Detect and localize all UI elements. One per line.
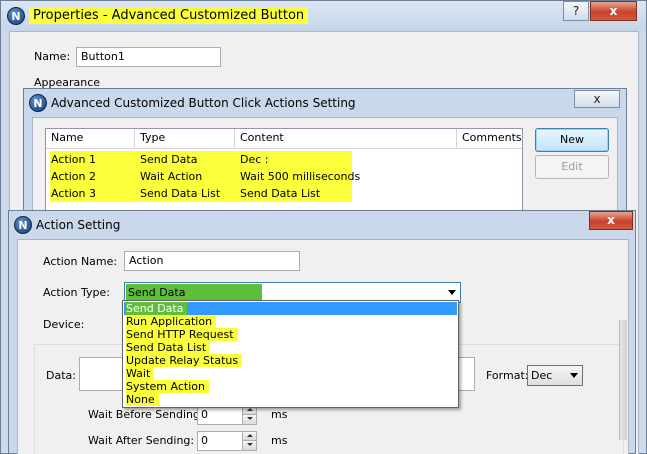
scrollbar[interactable] [619, 320, 627, 440]
wait-before-value: 0 [201, 408, 208, 421]
chevron-down-icon [448, 290, 456, 295]
new-button[interactable]: New [535, 128, 609, 152]
wait-after-label: Wait After Sending: [88, 434, 195, 447]
table-row[interactable]: Action 2 Wait Action Wait 500 millisecon… [46, 168, 522, 185]
row-type-cell: Send Data [140, 153, 198, 166]
device-label: Device: [43, 318, 85, 331]
spin-down-icon[interactable] [242, 441, 256, 450]
app-logo-icon: N [7, 7, 25, 25]
row-name-cell: Action 3 [51, 187, 96, 200]
help-button[interactable]: ? [563, 1, 589, 21]
row-content-cell: Wait 500 milliseconds [240, 170, 361, 183]
col-type-header[interactable]: Type [140, 129, 165, 147]
format-select[interactable]: Dec [527, 365, 583, 386]
wait-before-label: Wait Before Sending: [88, 408, 204, 421]
row-content-cell: Dec : [240, 153, 269, 166]
properties-title: Properties - Advanced Customized Button [29, 7, 309, 24]
row-type-cell: Send Data List [140, 187, 221, 200]
action-name-label: Action Name: [43, 255, 118, 268]
option-system-action[interactable]: System Action [124, 380, 457, 393]
option-send-data-list[interactable]: Send Data List [124, 341, 457, 354]
click-actions-title: Advanced Customized Button Click Actions… [51, 96, 356, 110]
action-setting-titlebar[interactable]: N Action Setting x [9, 211, 635, 239]
properties-titlebar[interactable]: N Properties - Advanced Customized Butto… [1, 1, 646, 31]
wait-after-unit: ms [271, 434, 288, 447]
table-row[interactable]: Action 1 Send Data Dec : [46, 151, 522, 168]
wait-after-value: 0 [201, 434, 208, 447]
wait-after-stepper[interactable]: 0 [197, 431, 257, 451]
click-actions-titlebar[interactable]: N Advanced Customized Button Click Actio… [24, 89, 626, 117]
click-actions-close-button[interactable]: x [574, 90, 620, 108]
edit-button[interactable]: Edit [535, 155, 609, 179]
option-send-data[interactable]: Send Data [124, 302, 457, 315]
row-name-cell: Action 2 [51, 170, 96, 183]
click-actions-window: N Advanced Customized Button Click Actio… [23, 88, 627, 228]
option-update-relay-status[interactable]: Update Relay Status [124, 354, 457, 367]
col-name-header[interactable]: Name [51, 129, 83, 147]
app-logo-icon: N [14, 216, 32, 234]
format-label: Format: [486, 369, 529, 382]
option-run-application[interactable]: Run Application [124, 315, 457, 328]
action-setting-title: Action Setting [36, 218, 121, 232]
row-type-cell: Wait Action [140, 170, 203, 183]
action-name-input[interactable]: Action [124, 251, 300, 271]
option-none[interactable]: None [124, 393, 457, 406]
spin-up-icon[interactable] [242, 432, 256, 441]
row-content-cell: Send Data List [240, 187, 321, 200]
wait-before-stepper[interactable]: 0 [197, 405, 257, 425]
row-name-cell: Action 1 [51, 153, 96, 166]
name-label: Name: [34, 50, 71, 63]
option-send-http-request[interactable]: Send HTTP Request [124, 328, 457, 341]
col-comments-header[interactable]: Comments [462, 129, 522, 147]
chevron-down-icon [570, 373, 578, 378]
wait-before-unit: ms [271, 408, 288, 421]
action-type-dropdown-list[interactable]: Send Data Run Application Send HTTP Requ… [122, 300, 459, 408]
properties-close-button[interactable]: x [590, 1, 637, 21]
data-label: Data: [46, 369, 76, 382]
action-type-label: Action Type: [43, 286, 110, 299]
format-value: Dec [531, 369, 553, 382]
name-input[interactable]: Button1 [76, 47, 221, 67]
col-content-header[interactable]: Content [240, 129, 284, 147]
app-logo-icon: N [29, 94, 47, 112]
actions-table-header: Name Type Content Comments [46, 129, 522, 149]
action-setting-close-button[interactable]: x [589, 211, 633, 230]
spin-down-icon[interactable] [242, 415, 256, 424]
option-wait[interactable]: Wait [124, 367, 457, 380]
table-row[interactable]: Action 3 Send Data List Send Data List [46, 185, 522, 202]
